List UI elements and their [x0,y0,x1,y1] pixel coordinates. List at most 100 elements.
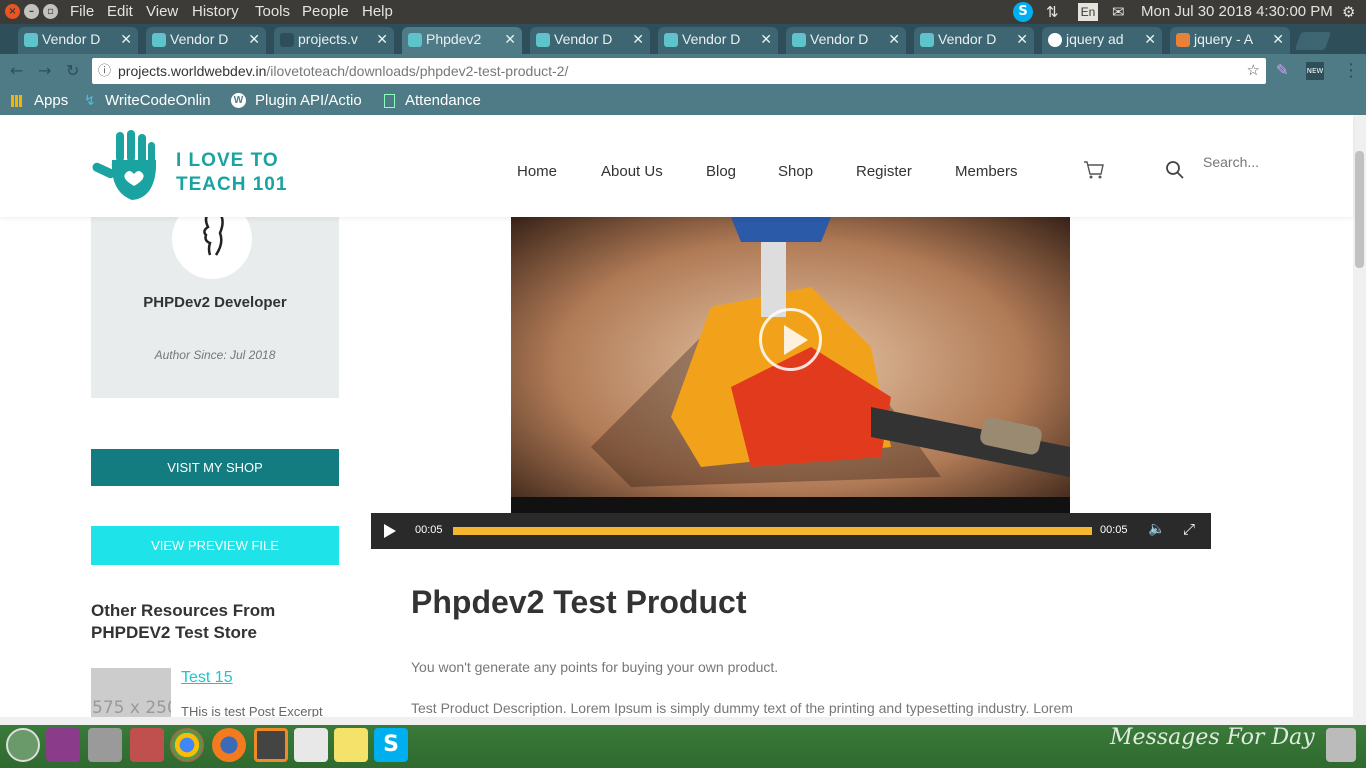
site-logo-text[interactable]: I LOVE TO TEACH 101 [176,149,287,197]
page-icon [384,94,395,108]
apps-grid-icon[interactable] [11,95,23,107]
skype-icon[interactable]: S [374,728,408,762]
tab-close-icon[interactable]: ✕ [632,27,644,52]
author-name[interactable]: PHPDev2 Developer [91,294,339,311]
menu-edit[interactable]: Edit [107,3,133,20]
cart-icon[interactable] [1083,160,1105,180]
tab-close-icon[interactable]: ✕ [1272,27,1284,52]
menu-view[interactable]: View [146,3,178,20]
browser-tab[interactable]: Vendor D ✕ [18,27,138,54]
tab-close-icon[interactable]: ✕ [376,27,388,52]
menu-help[interactable]: Help [362,3,393,20]
resource-title-link[interactable]: Test 15 [181,669,233,687]
tab-close-icon[interactable]: ✕ [1016,27,1028,52]
sticky-notes-icon[interactable] [334,728,368,762]
hand-heart-logo-icon[interactable] [90,130,166,202]
nav-home[interactable]: Home [517,163,557,180]
browser-tab[interactable]: jquery - A ✕ [1170,27,1290,54]
video-duration: 00:05 [1100,524,1128,536]
trash-icon[interactable] [1326,728,1356,762]
site-header: I LOVE TO TEACH 101 Home About Us Blog S… [0,115,1353,217]
visit-shop-button[interactable]: VISIT MY SHOP [91,449,339,486]
video-progress-bar[interactable] [453,527,1092,535]
reload-icon[interactable]: ↻ [66,61,79,80]
video-player[interactable] [511,217,1070,513]
tab-label: Vendor D [554,31,613,47]
tab-favicon-icon [792,33,806,47]
tab-close-icon[interactable]: ✕ [248,27,260,52]
view-preview-button[interactable]: VIEW PREVIEW FILE [91,526,339,565]
text-editor-icon[interactable] [294,728,328,762]
browser-tab-active[interactable]: Phpdev2 ✕ [402,27,522,54]
network-icon[interactable]: ⇅ [1046,3,1059,21]
extension-new-icon[interactable]: NEW [1306,62,1324,80]
bookmark-plugin-api[interactable]: Plugin API/Actio [255,92,369,109]
settings-gear-icon[interactable]: ⚙ [1342,3,1355,21]
vertical-scrollbar[interactable] [1353,115,1366,717]
forward-icon[interactable]: → [38,61,51,80]
play-icon[interactable] [384,524,396,538]
search-input[interactable]: Search... [1203,154,1259,170]
tab-label: Vendor D [42,31,101,47]
tab-close-icon[interactable]: ✕ [1144,27,1156,52]
sublime-icon[interactable] [254,728,288,762]
extension-pen-icon[interactable]: ✎ [1276,61,1289,79]
info-icon[interactable]: ⓘ [98,58,111,84]
drive-icon[interactable] [88,728,122,762]
browser-tab[interactable]: Vendor D ✕ [914,27,1034,54]
app-purple-icon[interactable] [46,728,80,762]
nav-members[interactable]: Members [955,163,1018,180]
chrome-icon[interactable] [170,728,204,762]
bookmark-star-icon[interactable]: ☆ [1247,58,1260,84]
menu-kebab-icon[interactable]: ⋮ [1342,60,1360,81]
menu-tools[interactable]: Tools [255,3,290,20]
nav-blog[interactable]: Blog [706,163,736,180]
nav-shop[interactable]: Shop [778,163,813,180]
bookmark-attendance[interactable]: Attendance [405,92,481,109]
mail-icon[interactable]: ✉ [1112,3,1125,21]
firefox-icon[interactable] [212,728,246,762]
tab-close-icon[interactable]: ✕ [760,27,772,52]
tab-close-icon[interactable]: ✕ [504,27,516,52]
browser-tab[interactable]: projects.v ✕ [274,27,394,54]
video-controls: 00:05 00:05 🔈 ⤢ [371,513,1211,549]
close-window-button[interactable]: × [5,4,20,19]
skype-tray-icon[interactable]: S [1013,2,1033,22]
bookmark-writecodeonline[interactable]: WriteCodeOnlin [105,92,217,109]
menu-history[interactable]: History [192,3,239,20]
author-since: Author Since: Jul 2018 [154,348,276,362]
back-icon[interactable]: ← [10,61,23,80]
product-points-note: You won't generate any points for buying… [411,659,779,675]
new-tab-button[interactable] [1294,32,1332,50]
menu-people[interactable]: People [302,3,349,20]
browser-tab[interactable]: Vendor D ✕ [786,27,906,54]
volume-icon[interactable]: 🔈 [1148,521,1165,537]
maximize-window-button[interactable]: ▫ [43,4,58,19]
browser-tab[interactable]: Vendor D ✕ [658,27,778,54]
keyboard-lang-indicator[interactable]: En [1078,3,1098,21]
browser-tab[interactable]: Vendor D ✕ [530,27,650,54]
tab-close-icon[interactable]: ✕ [888,27,900,52]
search-icon[interactable] [1165,160,1185,180]
tab-favicon-icon [664,33,678,47]
resource-thumbnail[interactable]: 575 x 250 [91,668,171,717]
tab-close-icon[interactable]: ✕ [120,27,132,52]
archive-icon[interactable] [130,728,164,762]
address-bar[interactable]: ⓘ projects.worldwebdev.in/ilovetoteach/d… [92,58,1266,84]
browser-tab-bar: Vendor D ✕ Vendor D ✕ projects.v ✕ Phpdev2 ✕… [0,24,1366,54]
menu-file[interactable]: File [70,3,94,20]
fullscreen-icon[interactable]: ⤢ [1183,520,1195,538]
scrollbar-thumb[interactable] [1355,151,1364,268]
minimize-window-button[interactable]: – [24,4,39,19]
browser-tab[interactable]: Vendor D ✕ [146,27,266,54]
dash-home-icon[interactable] [6,728,40,762]
nav-about-us[interactable]: About Us [601,163,663,180]
horizontal-scrollbar[interactable] [0,717,1366,725]
bookmark-apps[interactable]: Apps [34,92,68,109]
tab-label: Vendor D [810,31,869,47]
tab-favicon-icon [920,33,934,47]
clock[interactable]: Mon Jul 30 2018 4:30:00 PM [1141,3,1333,20]
nav-register[interactable]: Register [856,163,912,180]
browser-tab[interactable]: jquery ad ✕ [1042,27,1162,54]
play-overlay-icon[interactable] [759,308,822,371]
